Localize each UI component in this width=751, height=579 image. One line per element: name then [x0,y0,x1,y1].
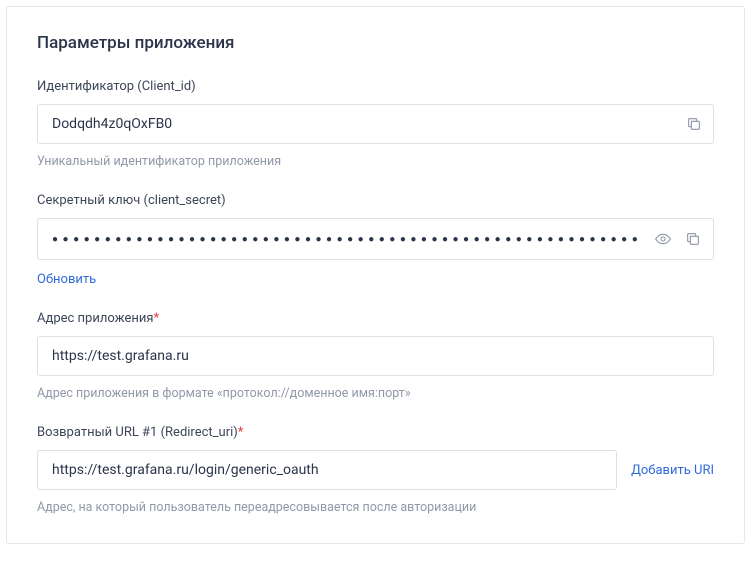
app-url-help: Адрес приложения в формате «протокол://д… [37,386,714,401]
client-secret-icons [653,229,703,249]
redirect-uri-input[interactable] [37,450,617,490]
app-url-label-text: Адрес приложения [37,311,154,326]
client-id-input-wrap [37,104,714,144]
redirect-uri-field: Возвратный URL #1 (Redirect_uri)* Добави… [37,425,714,515]
redirect-uri-label-text: Возвратный URL #1 (Redirect_uri) [37,425,238,440]
client-id-help: Уникальный идентификатор приложения [37,154,714,169]
client-id-input[interactable] [37,104,714,144]
app-params-panel: Параметры приложения Идентификатор (Clie… [6,6,745,544]
client-id-icons [684,114,704,134]
client-secret-input-wrap[interactable]: ●●●●●●●●●●●●●●●●●●●●●●●●●●●●●●●●●●●●●●●●… [37,218,714,260]
app-url-label: Адрес приложения* [37,311,714,326]
client-id-field: Идентификатор (Client_id) Уникальный иде… [37,79,714,169]
required-marker: * [238,425,244,440]
add-uri-button[interactable]: Добавить URI [631,463,714,478]
client-id-label: Идентификатор (Client_id) [37,79,714,94]
required-marker: * [154,311,160,326]
app-url-input-wrap [37,336,714,376]
refresh-secret-button[interactable]: Обновить [37,272,96,287]
app-url-input[interactable] [37,336,714,376]
redirect-uri-input-wrap [37,450,617,490]
eye-icon [655,231,671,247]
client-secret-label: Секретный ключ (client_secret) [37,193,714,208]
copy-client-id-button[interactable] [684,114,704,134]
copy-icon [686,116,702,132]
copy-secret-button[interactable] [683,229,703,249]
redirect-uri-row: Добавить URI [37,450,714,490]
client-secret-field: Секретный ключ (client_secret) ●●●●●●●●●… [37,193,714,287]
reveal-secret-button[interactable] [653,229,673,249]
panel-title: Параметры приложения [37,33,714,53]
redirect-uri-label: Возвратный URL #1 (Redirect_uri)* [37,425,714,440]
app-url-field: Адрес приложения* Адрес приложения в фор… [37,311,714,401]
copy-icon [685,231,701,247]
redirect-uri-help: Адрес, на который пользователь переадрес… [37,500,714,515]
client-secret-masked: ●●●●●●●●●●●●●●●●●●●●●●●●●●●●●●●●●●●●●●●●… [38,219,637,259]
